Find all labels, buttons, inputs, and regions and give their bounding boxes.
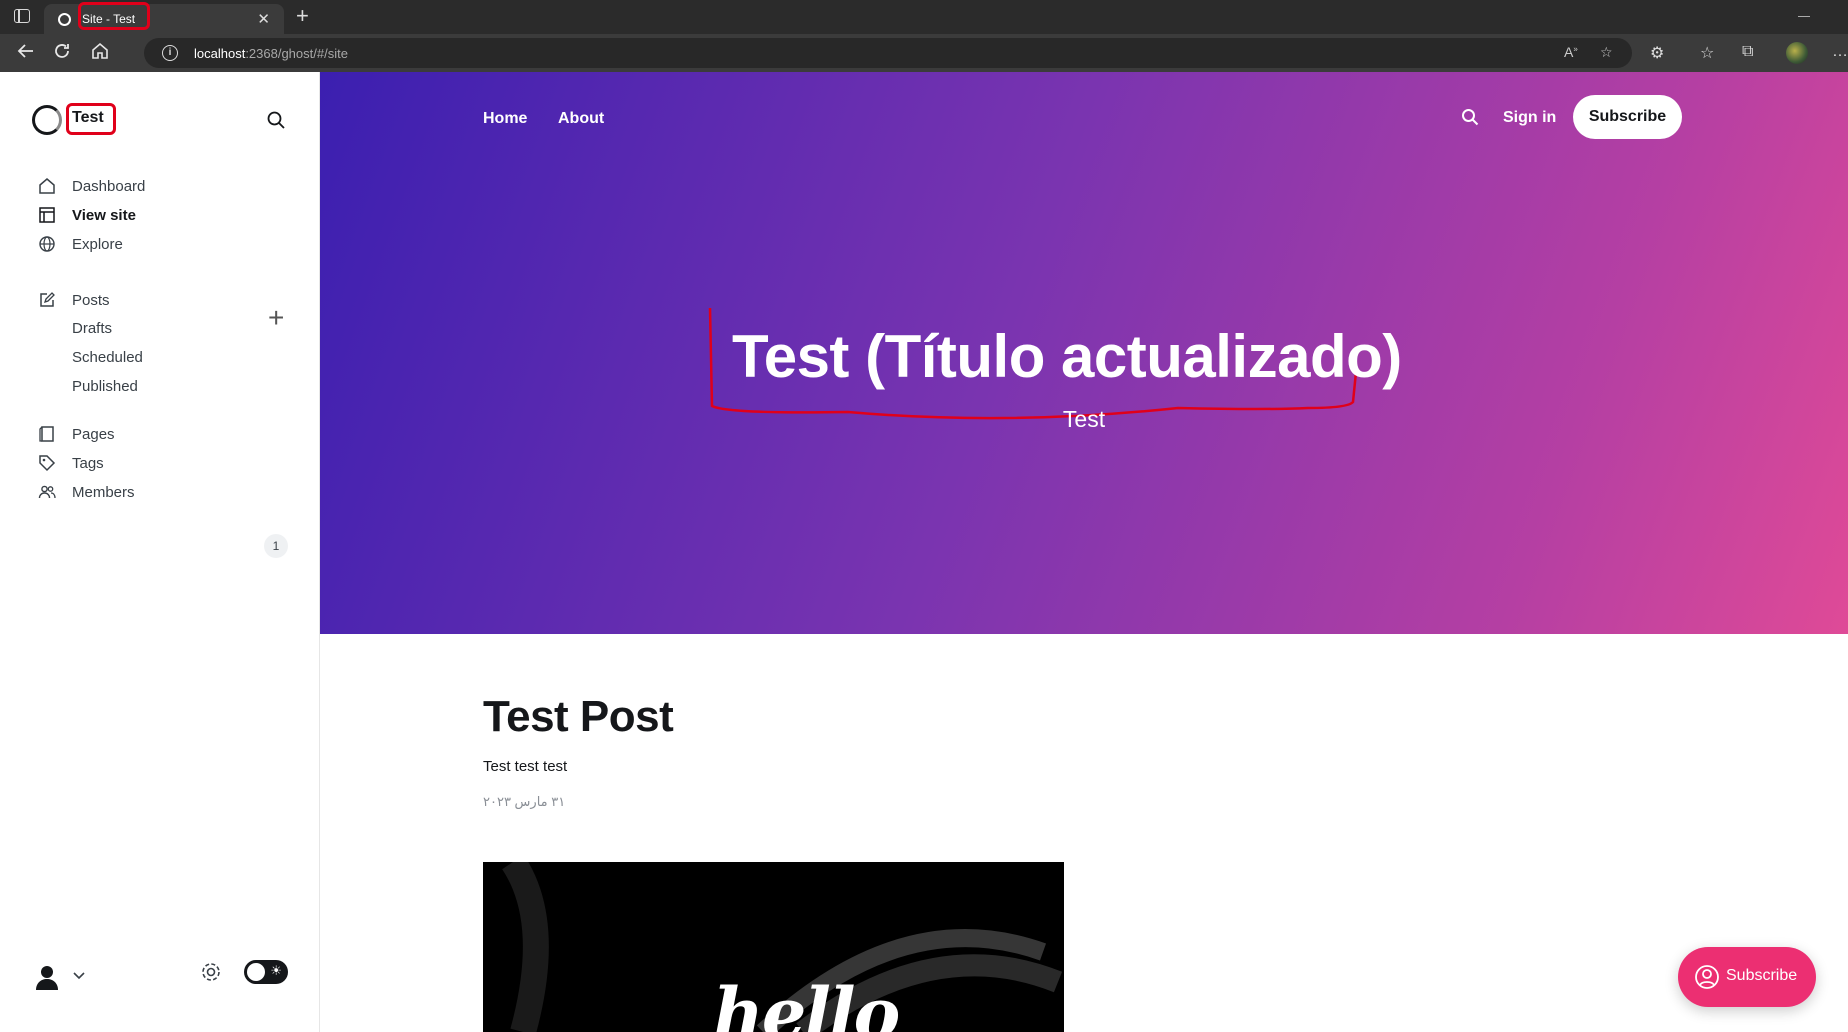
image-hello-text: hello [713,972,900,1032]
site-title: Test (Título actualizado) [732,323,1402,390]
post-date: ۳۱ مارس ۲۰۲۳ [483,794,566,809]
admin-sidebar: Test Dashboard View site Explore Posts +… [0,72,320,1032]
sidebar-item-tags[interactable]: Tags [36,451,104,475]
browser-toolbar: i localhost:2368/ghost/#/site A» ☆ ⚙ ☆ ⧉… [0,34,1848,72]
site-logo-icon[interactable] [32,105,62,135]
site-preview: Home About Sign in Subscribe Test (Títul… [320,72,1848,1032]
sidebar-item-label: Dashboard [72,177,146,195]
new-post-plus-icon[interactable]: + [268,304,284,332]
site-hero: Home About Sign in Subscribe Test (Títul… [320,72,1848,634]
browser-tab-bar: Site - Test ✕ + [0,0,1848,34]
sidebar-item-dashboard[interactable]: Dashboard [36,174,145,198]
toggle-knob [247,963,265,981]
search-icon[interactable] [266,110,286,135]
minimize-window-icon[interactable] [1798,16,1810,17]
extensions-icon[interactable]: ⚙ [1650,43,1664,63]
url-text: localhost:2368/ghost/#/site [194,46,348,61]
site-nav-about[interactable]: About [558,110,604,128]
site-nav-home[interactable]: Home [483,110,527,128]
globe-icon [36,233,58,255]
home-browser-icon[interactable] [90,41,110,66]
pencil-square-icon [36,289,58,311]
sidebar-item-explore[interactable]: Explore [36,232,123,256]
collections-icon[interactable]: ⧉ [1742,43,1753,61]
annotation-highlight-brand [66,103,116,135]
sidebar-item-label: Members [72,483,135,501]
gear-icon[interactable] [199,960,223,989]
members-icon [36,481,58,503]
post-title[interactable]: Test Post [483,692,674,742]
sidebar-item-scheduled[interactable]: Scheduled [72,349,143,366]
user-avatar-icon[interactable] [32,962,62,997]
home-icon [36,175,58,197]
sidebar-item-label: Tags [72,454,104,472]
close-tab-icon[interactable]: ✕ [257,10,270,28]
annotation-highlight-tab [78,2,150,30]
user-circle-icon [1694,964,1720,995]
site-search-icon[interactable] [1460,107,1480,132]
post-excerpt: Test test test [483,758,568,775]
sidebar-item-pages[interactable]: Pages [36,422,115,446]
site-info-icon[interactable]: i [162,45,178,61]
sidebar-item-label: Pages [72,425,115,443]
site-favicon-icon [58,13,71,26]
favorites-icon[interactable]: ☆ [1700,43,1714,63]
new-tab-icon[interactable]: + [296,3,309,29]
layout-icon [36,204,58,226]
profile-avatar[interactable] [1786,42,1808,64]
portal-subscribe-button[interactable]: Subscribe [1678,947,1816,1007]
tab-actions-icon[interactable] [14,9,30,23]
sidebar-item-drafts[interactable]: Drafts [72,320,112,337]
sidebar-item-members[interactable]: Members [36,480,135,504]
sign-in-link[interactable]: Sign in [1503,109,1556,127]
members-count-badge: 1 [264,534,288,558]
add-favorite-icon[interactable]: ☆ [1600,44,1613,61]
address-bar[interactable]: i localhost:2368/ghost/#/site A» ☆ [144,38,1632,68]
sidebar-item-label: Posts [72,291,110,309]
subscribe-button[interactable]: Subscribe [1573,95,1682,139]
refresh-icon[interactable] [52,41,72,66]
post-feature-image[interactable]: hello [483,862,1064,1032]
site-description: Test [1062,406,1106,432]
sidebar-item-view-site[interactable]: View site [36,203,136,227]
sidebar-item-label: View site [72,206,136,224]
more-menu-icon[interactable]: … [1832,43,1848,61]
theme-toggle[interactable]: ☀ [244,960,288,984]
sidebar-item-published[interactable]: Published [72,378,138,395]
sidebar-item-label: Explore [72,235,123,253]
sun-icon: ☀ [270,963,282,978]
portal-subscribe-label: Subscribe [1726,967,1798,984]
chevron-down-icon[interactable] [72,970,86,984]
sidebar-item-posts[interactable]: Posts [36,288,110,312]
page-icon [36,423,58,445]
back-icon[interactable] [16,41,36,66]
tag-icon [36,452,58,474]
read-aloud-icon[interactable]: A» [1564,44,1578,60]
